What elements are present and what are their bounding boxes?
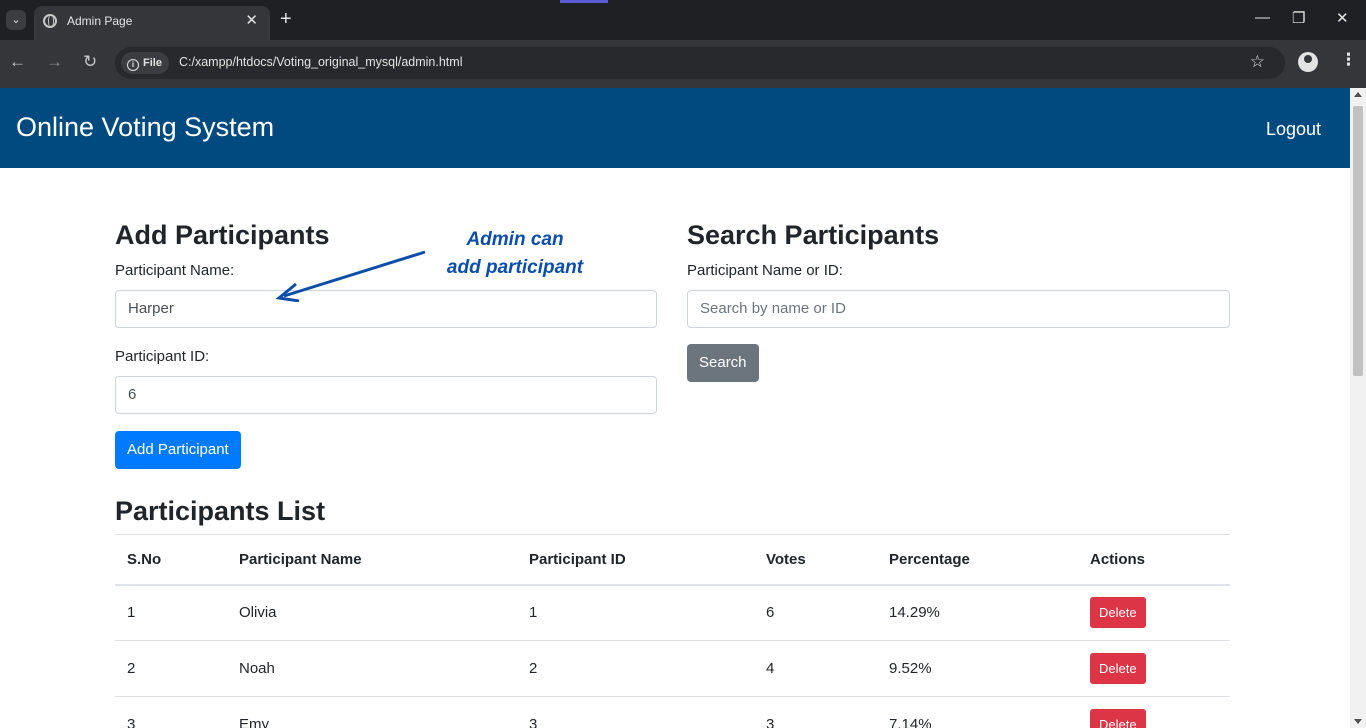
- participant-id-input[interactable]: 6: [115, 376, 657, 414]
- table-header-row: S.No Participant Name Participant ID Vot…: [115, 534, 1230, 586]
- logout-link[interactable]: Logout: [1266, 119, 1321, 140]
- brand-title[interactable]: Online Voting System: [16, 112, 274, 143]
- close-window-button[interactable]: ✕: [1336, 9, 1349, 27]
- cell-votes: 3: [754, 696, 877, 728]
- page-scrollbar[interactable]: [1350, 88, 1366, 728]
- annotation-line-1: Admin can: [466, 229, 564, 250]
- table-row: 1 Olivia 1 6 14.29% Delete: [115, 584, 1230, 641]
- site-info-chip[interactable]: i File: [121, 52, 169, 74]
- browser-toolbar: ← → ↻ i File C:/xampp/htdocs/Voting_origi…: [0, 40, 1366, 88]
- profile-avatar-icon[interactable]: [1298, 52, 1318, 72]
- globe-icon: [43, 14, 57, 28]
- cell-sno: 2: [115, 640, 227, 697]
- cell-id: 1: [517, 584, 754, 641]
- reload-button[interactable]: ↻: [83, 52, 97, 72]
- cell-percentage: 9.52%: [877, 640, 1078, 697]
- cell-id: 2: [517, 640, 754, 697]
- forward-button[interactable]: →: [46, 52, 63, 72]
- cell-name: Emy: [227, 696, 517, 728]
- cell-name: Olivia: [227, 584, 517, 641]
- info-icon: i: [127, 59, 139, 71]
- search-input[interactable]: Search by name or ID: [687, 290, 1230, 328]
- scroll-up-arrow-icon[interactable]: [1354, 92, 1362, 97]
- page-viewport: Online Voting System Logout Add Particip…: [0, 88, 1350, 728]
- cell-name: Noah: [227, 640, 517, 697]
- new-tab-button[interactable]: +: [280, 8, 292, 30]
- cell-sno: 3: [115, 696, 227, 728]
- bookmark-star-icon[interactable]: ☆: [1250, 52, 1265, 72]
- search-label: Participant Name or ID:: [687, 262, 843, 279]
- delete-button[interactable]: Delete: [1090, 709, 1146, 728]
- annotation-callout: Admin can add participant: [425, 226, 605, 282]
- cell-sno: 1: [115, 584, 227, 641]
- column-header-votes: Votes: [754, 534, 877, 586]
- cell-actions: Delete: [1078, 696, 1230, 728]
- participant-name-label: Participant Name:: [115, 262, 235, 279]
- scroll-down-arrow-icon[interactable]: [1354, 719, 1362, 724]
- cell-percentage: 14.29%: [877, 584, 1078, 641]
- url-text[interactable]: C:/xampp/htdocs/Voting_original_mysql/ad…: [179, 55, 462, 69]
- annotation-line-2: add participant: [446, 257, 584, 278]
- tab-search-button[interactable]: ⌄: [6, 10, 26, 30]
- back-button[interactable]: ←: [9, 52, 26, 72]
- search-participants-heading: Search Participants: [687, 220, 940, 250]
- participants-list-heading: Participants List: [115, 496, 326, 526]
- browser-menu-icon[interactable]: ⋮: [1340, 50, 1357, 70]
- participants-table: S.No Participant Name Participant ID Vot…: [115, 534, 1230, 728]
- restore-button[interactable]: ❐: [1292, 9, 1305, 27]
- column-header-actions: Actions: [1078, 534, 1230, 586]
- column-header-id: Participant ID: [517, 534, 754, 586]
- browser-tabstrip: ⌄ Admin Page ✕ + — ❐ ✕: [0, 0, 1366, 40]
- scrollbar-thumb[interactable]: [1353, 106, 1363, 376]
- add-participant-button[interactable]: Add Participant: [115, 431, 241, 469]
- tab-title: Admin Page: [67, 14, 133, 28]
- annotation-arrow-icon: [275, 250, 426, 302]
- cell-actions: Delete: [1078, 640, 1230, 697]
- delete-button[interactable]: Delete: [1090, 653, 1146, 684]
- cell-actions: Delete: [1078, 584, 1230, 641]
- table-row: 3 Emy 3 3 7.14% Delete: [115, 696, 1230, 728]
- cell-votes: 4: [754, 640, 877, 697]
- tab-close-icon[interactable]: ✕: [245, 11, 258, 29]
- tabstrip-accent: [560, 0, 608, 3]
- cell-percentage: 7.14%: [877, 696, 1078, 728]
- navbar: Online Voting System Logout: [0, 88, 1350, 168]
- search-button[interactable]: Search: [687, 344, 759, 382]
- table-row: 2 Noah 2 4 9.52% Delete: [115, 640, 1230, 697]
- address-bar[interactable]: i File C:/xampp/htdocs/Voting_original_my…: [115, 47, 1285, 79]
- cell-votes: 6: [754, 584, 877, 641]
- column-header-percentage: Percentage: [877, 534, 1078, 586]
- delete-button[interactable]: Delete: [1090, 597, 1146, 629]
- participant-id-label: Participant ID:: [115, 348, 210, 365]
- column-header-sno: S.No: [115, 534, 227, 586]
- file-chip-label: File: [143, 57, 162, 69]
- column-header-name: Participant Name: [227, 534, 517, 586]
- browser-tab-admin-page[interactable]: Admin Page ✕: [34, 6, 270, 40]
- minimize-button[interactable]: —: [1255, 9, 1270, 26]
- cell-id: 3: [517, 696, 754, 728]
